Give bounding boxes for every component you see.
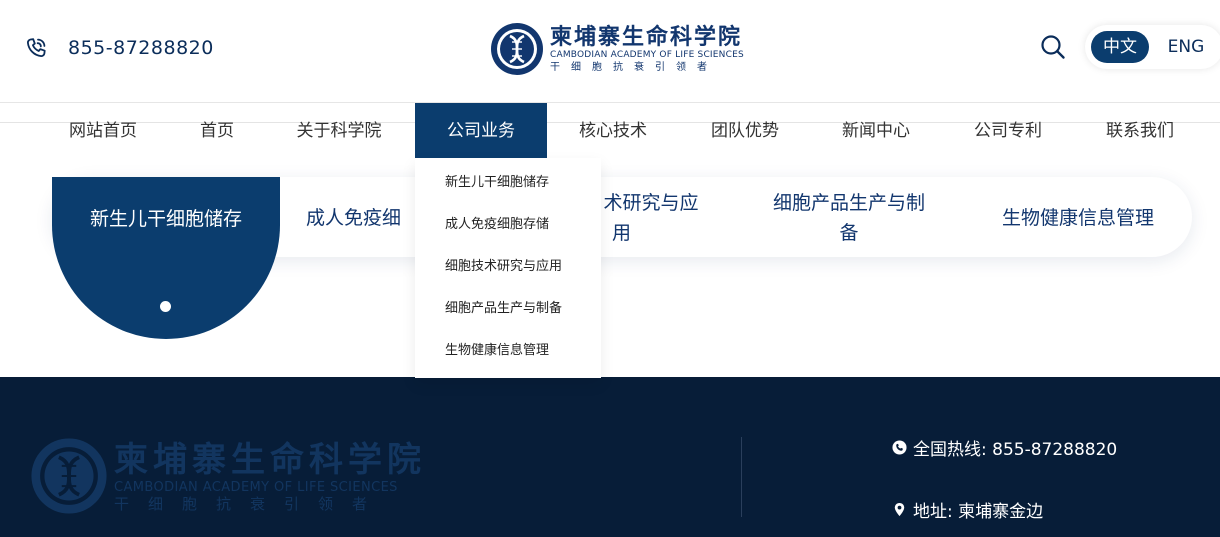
header: 855-87288820 柬埔寨生命科学院 CAMBODIAN ACADEMY …: [0, 0, 1220, 103]
footer-divider: [741, 437, 742, 517]
logo-tagline: 干细胞抗衰引领者: [550, 62, 718, 73]
dropdown-item-cell-products[interactable]: 细胞产品生产与制备: [445, 297, 562, 316]
phone-icon: [27, 38, 46, 57]
business-tab-cell-research[interactable]: 术研究与应 用: [592, 188, 710, 248]
footer-logo[interactable]: 柬埔寨生命科学院 CAMBODIAN ACADEMY OF LIFE SCIEN…: [30, 437, 426, 515]
logo-subtitle: CAMBODIAN ACADEMY OF LIFE SCIENCES: [550, 50, 744, 60]
footer-logo-title: 柬埔寨生命科学院: [114, 439, 426, 480]
nav-item-about[interactable]: 关于科学院: [278, 103, 400, 158]
footer-address: 地址: 柬埔寨金边: [892, 497, 1043, 522]
footer-hotline-text: 全国热线: 855-87288820: [913, 440, 1118, 460]
nav-item-patents[interactable]: 公司专利: [955, 103, 1061, 158]
business-tab-newborn-label: 新生儿干细胞储存: [89, 208, 242, 230]
dropdown-item-adult-immune[interactable]: 成人免疫细胞存储: [445, 213, 549, 232]
dropdown-item-newborn-storage[interactable]: 新生儿干细胞储存: [445, 171, 549, 190]
academy-emblem-icon: [491, 23, 543, 75]
location-pin-icon: [894, 502, 905, 517]
footer-hotline[interactable]: 全国热线: 855-87288820: [892, 435, 1117, 460]
nav-item-contact[interactable]: 联系我们: [1087, 103, 1193, 158]
business-tab-cell-products[interactable]: 细胞产品生产与制 备: [762, 188, 936, 248]
phone-circle-icon: [892, 440, 907, 455]
business-tab-adult-immune[interactable]: 成人免疫细: [306, 203, 426, 233]
logo-title: 柬埔寨生命科学院: [550, 24, 743, 50]
business-tab-active[interactable]: [52, 177, 280, 339]
nav-item-site-home[interactable]: 网站首页: [48, 103, 158, 158]
footer-address-text: 地址: 柬埔寨金边: [913, 502, 1044, 522]
dropdown-item-cell-research[interactable]: 细胞技术研究与应用: [445, 255, 562, 274]
footer-logo-tagline: 干细胞抗衰引领者: [114, 494, 387, 513]
footer-emblem-icon: [31, 438, 107, 514]
nav-item-news[interactable]: 新闻中心: [823, 103, 929, 158]
nav-item-business[interactable]: 公司业务: [415, 103, 547, 158]
phone-contact[interactable]: 855-87288820: [24, 36, 214, 60]
language-switch: 中文 ENG: [1085, 25, 1220, 69]
footer-logo-subtitle: CAMBODIAN ACADEMY OF LIFE SCIENCES: [114, 479, 398, 495]
phone-number: 855-87288820: [68, 37, 214, 59]
page: 855-87288820 柬埔寨生命科学院 CAMBODIAN ACADEMY …: [0, 0, 1220, 537]
lang-english-button[interactable]: ENG: [1161, 31, 1211, 63]
business-tab-health-info[interactable]: 生物健康信息管理: [988, 203, 1168, 233]
dropdown-item-health-info[interactable]: 生物健康信息管理: [445, 339, 549, 358]
active-indicator-dot: [160, 301, 171, 312]
lang-chinese-button[interactable]: 中文: [1091, 31, 1149, 63]
nav-item-home[interactable]: 首页: [178, 103, 256, 158]
logo[interactable]: 柬埔寨生命科学院 CAMBODIAN ACADEMY OF LIFE SCIEN…: [490, 22, 744, 76]
nav-item-core-tech[interactable]: 核心技术: [560, 103, 666, 158]
nav-item-team[interactable]: 团队优势: [692, 103, 798, 158]
search-icon[interactable]: [1040, 34, 1066, 60]
business-dropdown-menu: 新生儿干细胞储存 成人免疫细胞存储 细胞技术研究与应用 细胞产品生产与制备 生物…: [415, 158, 601, 378]
